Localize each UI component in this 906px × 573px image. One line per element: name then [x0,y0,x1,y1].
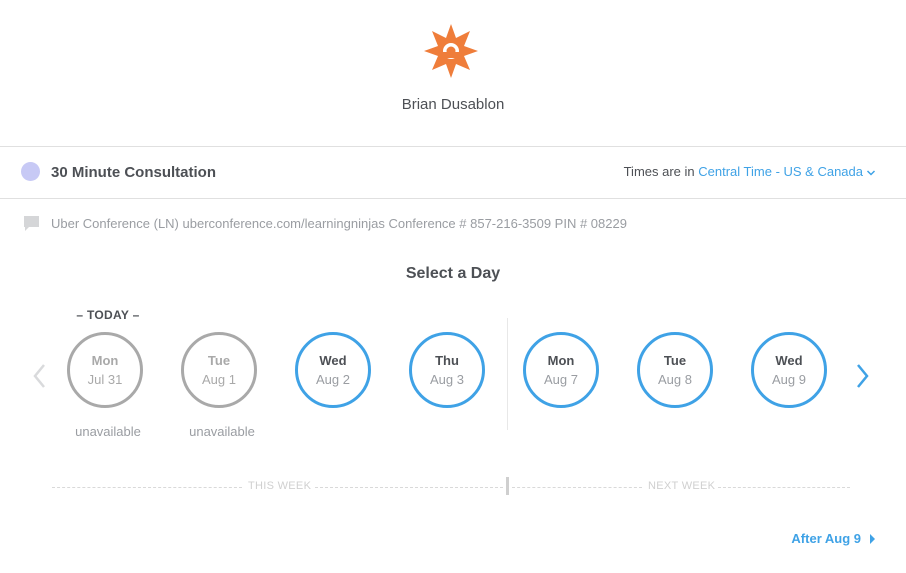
day-date: Aug 9 [772,371,806,387]
caret-right-icon[interactable] [870,534,875,544]
day-thu-aug-3[interactable]: Thu Aug 3 [409,332,485,408]
divider-top [0,146,906,147]
next-week-label: NEXT WEEK [648,480,716,492]
timezone-value[interactable]: Central Time - US & Canada [698,164,863,179]
day-weekday: Thu [435,352,459,368]
chat-bubble-icon [24,216,39,231]
day-weekday: Wed [775,352,803,368]
event-color-dot [21,162,40,181]
day-mon-aug-7[interactable]: Mon Aug 7 [523,332,599,408]
next-week-line-left [512,487,642,488]
next-week-line-right [718,487,850,488]
location-text: Uber Conference (LN) uberconference.com/… [51,216,627,231]
today-label: – TODAY – [76,308,140,322]
day-date: Aug 3 [430,371,464,387]
unavailable-label: unavailable [189,424,255,439]
day-weekday: Tue [663,352,687,368]
timezone-selector[interactable]: Central Time - US & Canada [698,164,876,179]
day-weekday: Mon [91,352,119,368]
day-date: Jul 31 [87,371,123,387]
this-week-line-left [52,487,242,488]
chevron-left-icon [33,364,45,388]
day-date: Aug 8 [658,371,692,387]
select-day-title: Select a Day [405,265,501,282]
day-date: Aug 2 [316,371,350,387]
chevron-right-icon[interactable] [852,362,872,390]
host-logo-icon [424,24,478,78]
chevron-down-icon[interactable] [866,169,876,177]
day-weekday: Wed [319,352,347,368]
day-date: Aug 7 [544,371,578,387]
day-weekday: Mon [547,352,575,368]
unavailable-label: unavailable [75,424,141,439]
week-divider [507,318,508,430]
day-weekday: Tue [207,352,231,368]
timezone-prefix: Times are in [623,164,695,179]
after-date-label[interactable]: After Aug 9 [791,531,861,546]
day-wed-aug-2[interactable]: Wed Aug 2 [295,332,371,408]
day-wed-aug-9[interactable]: Wed Aug 9 [751,332,827,408]
host-name: Brian Dusablon [401,96,505,113]
week-marker [506,477,509,495]
event-title: 30 Minute Consultation [51,164,216,181]
day-mon-jul-31: Mon Jul 31 [67,332,143,408]
day-tue-aug-1: Tue Aug 1 [181,332,257,408]
timezone-row: Times are in Central Time - US & Canada [624,164,876,179]
divider-middle [0,198,906,199]
day-tue-aug-8[interactable]: Tue Aug 8 [637,332,713,408]
after-date-link[interactable]: After Aug 9 [791,531,875,546]
day-date: Aug 1 [202,371,236,387]
this-week-label: THIS WEEK [248,480,312,492]
this-week-line-right [315,487,503,488]
